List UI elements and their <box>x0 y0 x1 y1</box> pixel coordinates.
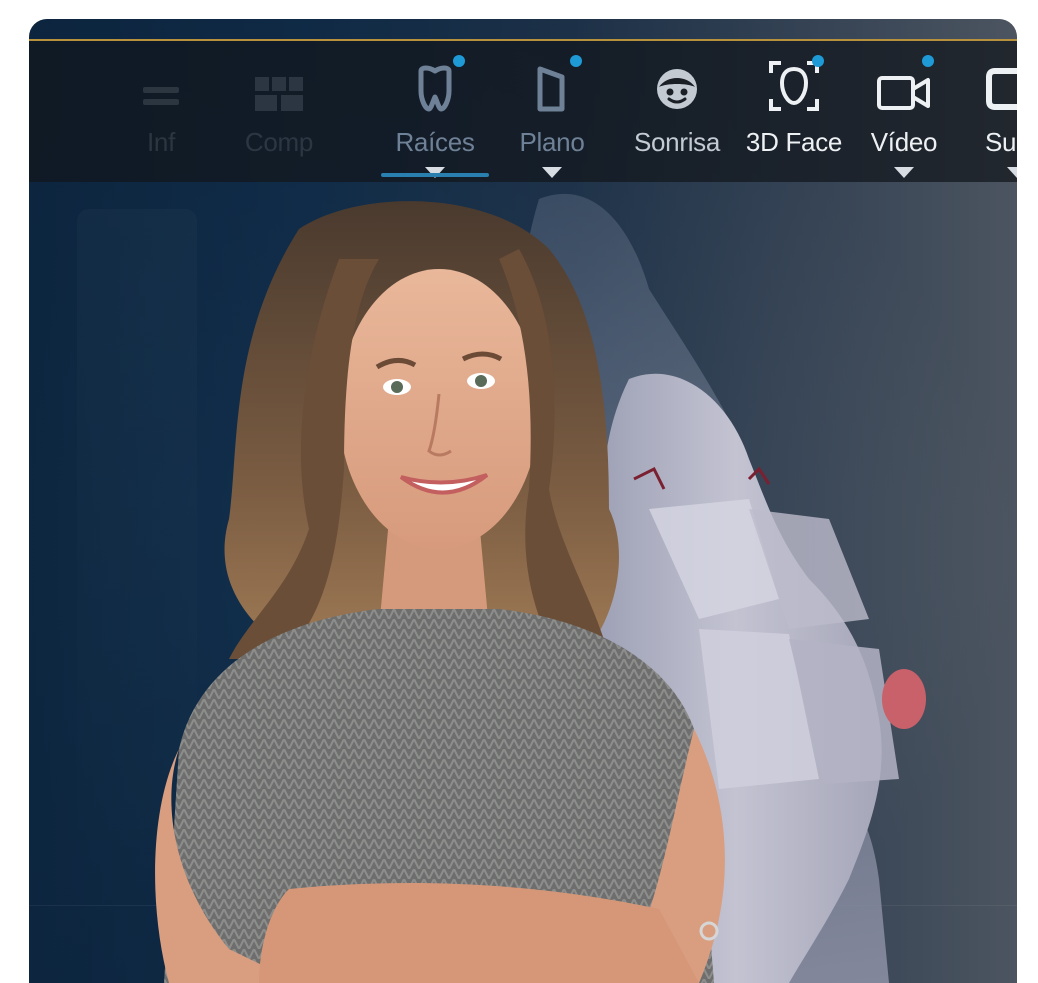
toolbar-item-video[interactable]: Vídeo <box>844 41 964 182</box>
toolbar-item-label: Plano <box>519 127 585 157</box>
chevron-down-icon[interactable] <box>894 167 914 178</box>
toolbar-item-raices[interactable]: Raíces <box>375 41 495 182</box>
tooth-roots-icon <box>418 65 452 112</box>
portrait-photo <box>155 201 725 983</box>
app-toolbar: Inf Comp Raíces Plano Sonrisa 3D Face Ví… <box>29 39 1017 182</box>
video-camera-icon <box>877 76 930 110</box>
toolbar-item-label: Raíces <box>395 127 475 157</box>
grid-icon <box>255 77 303 111</box>
toolbar-item-label: Comp <box>244 127 314 157</box>
notification-dot <box>922 55 934 67</box>
notification-dot <box>570 55 582 67</box>
active-tab-indicator <box>381 173 489 177</box>
hero-card: Inf Comp Raíces Plano Sonrisa 3D Face Ví… <box>29 19 1017 983</box>
face-scan-icon <box>769 61 819 111</box>
toolbar-item-comp[interactable]: Comp <box>219 41 339 182</box>
notification-dot <box>812 55 824 67</box>
chevron-down-icon[interactable] <box>1007 167 1017 178</box>
smile-face-icon <box>657 69 697 109</box>
toolbar-item-3d-face[interactable]: 3D Face <box>729 41 859 182</box>
toolbar-item-label: Sonrisa <box>633 127 721 157</box>
plane-icon <box>537 66 565 112</box>
toolbar-item-label: Su <box>985 127 1017 157</box>
notification-dot <box>453 55 465 67</box>
toolbar-item-label: Vídeo <box>870 127 938 157</box>
toolbar-item-label: Inf <box>146 127 175 157</box>
toolbar-item-plano[interactable]: Plano <box>492 41 612 182</box>
chevron-down-icon[interactable] <box>542 167 562 178</box>
info-icon <box>143 87 179 105</box>
partial-icon <box>986 68 1017 110</box>
toolbar-item-info[interactable]: Inf <box>101 41 221 182</box>
toolbar-item-sonrisa[interactable]: Sonrisa <box>607 41 747 182</box>
toolbar-item-su[interactable]: Su <box>959 41 1017 182</box>
toolbar-item-label: 3D Face <box>745 127 843 157</box>
